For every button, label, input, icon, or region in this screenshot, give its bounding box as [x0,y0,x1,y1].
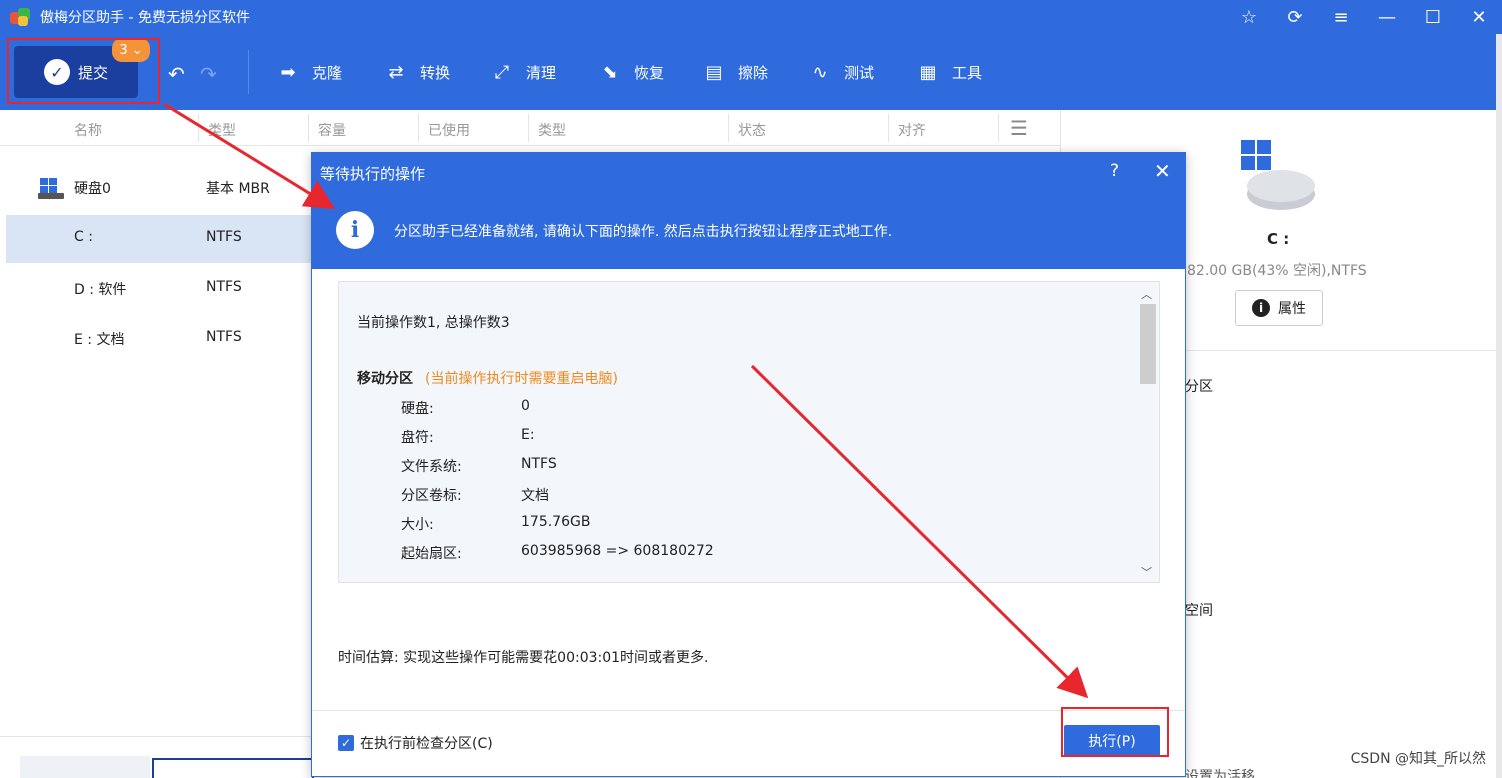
row-name: D : 软件 [74,282,127,298]
scroll-down-icon[interactable]: ﹀ [1141,564,1152,580]
app-title: 傲梅分区助手 - 免费无损分区软件 [40,10,250,26]
partition-block[interactable] [152,758,314,778]
detail-value: 175.76GB [521,514,591,530]
row-type: NTFS [206,329,242,345]
operations-list: 当前操作数1, 总操作数3 移动分区 (当前操作执行时需要重启电脑) 硬盘: 0… [338,281,1160,583]
header-status[interactable]: 状态 [738,120,766,140]
operation-count: 当前操作数1, 总操作数3 [357,315,510,331]
pending-operations-dialog: 等待执行的操作 ? ✕ i 分区助手已经准备就绪, 请确认下面的操作. 然后点击… [311,152,1186,777]
check-partition-option[interactable]: ✓ 在执行前检查分区(C) [338,733,493,753]
detail-value: NTFS [521,456,557,472]
header-used[interactable]: 已使用 [428,120,470,140]
undo-icon[interactable]: ↶ [168,62,185,86]
minimize-icon[interactable]: — [1364,0,1410,34]
detail-label: 盘符: [401,430,434,446]
clone-icon: ➡ [280,61,296,83]
operations-scrollbar[interactable]: ︿ ﹀ [1137,282,1159,582]
row-name: C : [74,229,93,245]
detail-label: 起始扇区: [401,546,462,562]
app-logo-icon [10,6,32,28]
test-icon: ∿ [812,61,828,83]
detail-value: 603985968 => 608180272 [521,543,714,559]
detail-label: 大小: [401,517,434,533]
operation-warning: (当前操作执行时需要重启电脑) [425,371,618,387]
detail-value: E: [521,427,535,443]
row-name: 硬盘0 [74,181,111,197]
title-bar: 傲梅分区助手 - 免费无损分区软件 ☆ ⟳ ≡ — ☐ ✕ [0,0,1502,34]
header-type[interactable]: 类型 [208,120,236,140]
row-type: NTFS [206,279,242,295]
tools-icon: ▦ [919,61,937,83]
wipe-button[interactable]: ▤ 擦除 [700,56,768,88]
restore-icon: ⬊ [602,61,618,83]
window-scrollbar[interactable] [1496,34,1502,778]
dialog-close-icon[interactable]: ✕ [1154,159,1171,183]
banner-message: 分区助手已经准备就绪, 请确认下面的操作. 然后点击执行按钮让程序正式地工作. [394,224,893,240]
dialog-title: 等待执行的操作 [320,165,426,183]
dialog-banner: i 分区助手已经准备就绪, 请确认下面的操作. 然后点击执行按钮让程序正式地工作… [312,191,1185,269]
annotation-frame-execute [1061,707,1169,757]
convert-button[interactable]: ⇄ 转换 [382,56,450,88]
watermark: CSDN @知其_所以然 [1350,751,1486,767]
row-type: NTFS [206,229,242,245]
clone-button[interactable]: ➡ 克隆 [274,56,342,88]
toolbar-divider [248,50,249,94]
detail-value: 0 [521,398,530,414]
header-fs-type[interactable]: 类型 [538,120,566,140]
disk-usage-pie-icon [1241,140,1315,210]
column-settings-icon[interactable]: ☰ [1010,116,1028,140]
panel-divider [1185,350,1502,351]
row-name: E : 文档 [74,332,125,348]
detail-label: 硬盘: [401,401,434,417]
check-partition-label: 在执行前检查分区(C) [360,736,493,752]
scroll-up-icon[interactable]: ︿ [1141,286,1152,302]
partition-table-header: 名称 类型 容量 已使用 类型 状态 对齐 ☰ [0,110,1060,146]
selected-drive-letter: C : [1267,230,1290,248]
selected-drive-info: 82.00 GB(43% 空闲),NTFS [1187,263,1367,279]
disk-icon [38,178,64,200]
check-partition-checkbox[interactable]: ✓ [338,735,354,751]
detail-label: 文件系统: [401,459,462,475]
star-icon[interactable]: ☆ [1226,0,1272,34]
footer-divider [312,710,1185,711]
convert-icon: ⇄ [388,61,404,83]
dialog-titlebar: 等待执行的操作 ? ✕ [312,153,1185,191]
clean-button[interactable]: ⤢ 清理 [488,56,556,88]
annotation-frame-submit [7,38,160,104]
header-name[interactable]: 名称 [74,120,102,140]
header-align[interactable]: 对齐 [898,120,926,140]
redo-icon[interactable]: ↷ [200,62,217,86]
window-controls: ☆ ⟳ ≡ — ☐ ✕ [1226,0,1502,34]
tools-button[interactable]: ▦ 工具 [914,56,982,88]
properties-button[interactable]: i 属性 [1235,290,1323,326]
info-icon: i [1252,299,1270,317]
clean-icon: ⤢ [494,61,510,83]
disk-map-tab[interactable] [20,756,150,778]
detail-value: 文档 [521,488,549,504]
detail-label: 分区卷标: [401,488,462,504]
refresh-icon[interactable]: ⟳ [1272,0,1318,34]
operation-title: 移动分区 [357,371,413,387]
maximize-icon[interactable]: ☐ [1410,0,1456,34]
menu-icon[interactable]: ≡ [1318,0,1364,34]
operations-content: 当前操作数1, 总操作数3 移动分区 (当前操作执行时需要重启电脑) 硬盘: 0… [339,282,1137,582]
close-icon[interactable]: ✕ [1456,0,1502,34]
toolbar: ✓ 提交 3 ⌄ ↶ ↷ ➡ 克隆 ⇄ 转换 ⤢ 清理 ⬊ 恢复 ▤ 擦除 ∿ … [0,34,1502,110]
scroll-thumb[interactable] [1140,304,1156,384]
time-estimate: 时间估算: 实现这些操作可能需要花00:03:01时间或者更多. [338,650,709,666]
info-circle-icon: i [336,211,374,249]
panel-item-activate[interactable]: 设置为活移 [1185,766,1255,778]
header-capacity[interactable]: 容量 [318,120,346,140]
wipe-icon: ▤ [705,61,723,83]
panel-item-partition[interactable]: 分区 [1185,376,1213,396]
restore-button[interactable]: ⬊ 恢复 [596,56,664,88]
test-button[interactable]: ∿ 测试 [806,56,874,88]
panel-item-space[interactable]: 空间 [1185,600,1213,620]
help-icon[interactable]: ? [1110,161,1119,181]
row-type: 基本 MBR [206,181,270,197]
